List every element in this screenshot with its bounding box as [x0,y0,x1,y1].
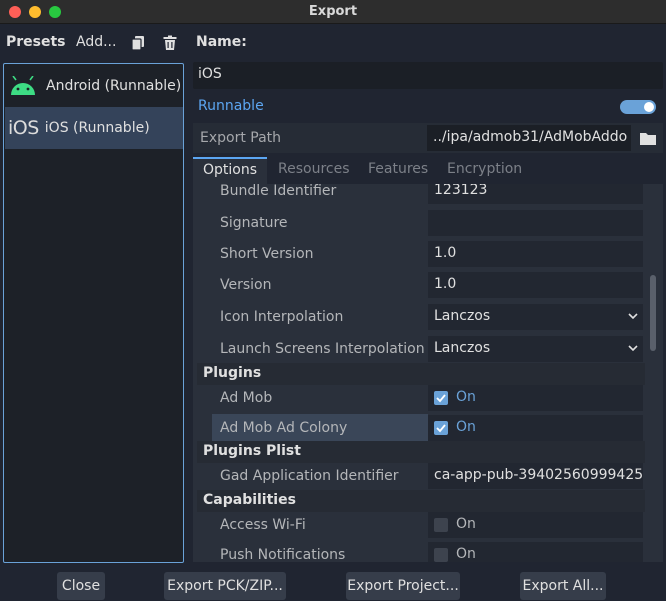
checkbox-checked-icon [434,421,448,435]
prop-label: Ad Mob Ad Colony [220,420,348,436]
ad-mob-ad-colony-checkbox[interactable]: On [428,415,643,441]
options-panel: Bundle Identifier 123123 Signature Short… [193,184,663,562]
checkbox-unchecked-icon [434,548,448,562]
select-value: Lanczos [434,308,491,324]
launch-screens-interpolation-select[interactable]: Lanczos [428,336,643,362]
runnable-label: Runnable [198,98,264,114]
add-preset-button[interactable]: Add... [76,34,116,50]
tab-bar: Options Resources Features Encryption [193,157,663,184]
icon-interpolation-select[interactable]: Lanczos [428,304,643,330]
checkbox-label: On [456,389,476,405]
close-button[interactable]: Close [57,572,105,600]
prop-label: Push Notifications [220,547,346,562]
export-path-label: Export Path [200,130,282,146]
prop-version: Version 1.0 [197,271,645,299]
checkbox-label: On [456,516,476,532]
access-wifi-checkbox[interactable]: On [428,512,643,538]
preset-item-ios[interactable]: iOS iOS (Runnable) [5,107,183,149]
name-label: Name: [196,34,247,50]
preset-item-android[interactable]: Android (Runnable) [5,65,183,107]
prop-ad-mob: Ad Mob On [197,384,645,412]
export-path-input[interactable]: ../ipa/admob31/AdMobAddo [427,125,631,151]
toggle-knob [644,102,654,112]
signature-input[interactable] [428,210,643,236]
prop-label: Short Version [220,246,314,262]
preset-label: Android (Runnable) [46,78,182,94]
section-plugins-plist[interactable]: Plugins Plist [197,441,645,463]
prop-bundle-identifier: Bundle Identifier 123123 [197,184,645,205]
options-inspector[interactable]: Bundle Identifier 123123 Signature Short… [197,184,645,562]
section-plugins[interactable]: Plugins [197,363,645,385]
folder-icon[interactable] [634,126,662,150]
prop-label: Signature [220,215,288,231]
checkbox-label: On [456,546,476,562]
prop-label: Ad Mob [220,390,273,406]
prop-label: Icon Interpolation [220,309,344,325]
name-input[interactable]: iOS [193,62,663,89]
section-capabilities[interactable]: Capabilities [197,490,645,512]
trash-icon[interactable] [162,35,178,51]
prop-signature: Signature [197,209,645,237]
duplicate-icon[interactable] [130,35,146,51]
export-pck-zip-button[interactable]: Export PCK/ZIP... [164,572,286,600]
title-bar: Export [0,0,666,24]
gad-application-identifier-input[interactable]: ca-app-pub-394025609994254 [428,463,643,489]
tab-encryption[interactable]: Encryption [437,157,532,184]
prop-label: Bundle Identifier [220,184,337,199]
export-path-row: Export Path ../ipa/admob31/AdMobAddo [193,123,663,153]
runnable-toggle[interactable] [620,100,656,114]
tab-features[interactable]: Features [358,157,438,184]
chevron-down-icon [627,310,639,326]
preset-list[interactable]: Android (Runnable) iOS iOS (Runnable) [3,63,184,563]
presets-header: Presets Add... [0,24,190,62]
checkbox-unchecked-icon [434,518,448,532]
preset-label: iOS (Runnable) [44,120,150,136]
section-label: Capabilities [203,492,296,508]
section-label: Plugins [203,365,262,381]
prop-icon-interpolation: Icon Interpolation Lanczos [197,303,645,331]
ad-mob-checkbox[interactable]: On [428,385,643,411]
tab-options[interactable]: Options [193,157,268,184]
select-value: Lanczos [434,340,491,356]
bundle-identifier-input[interactable]: 123123 [428,184,643,204]
prop-gad-application-identifier: Gad Application Identifier ca-app-pub-39… [197,462,645,490]
checkbox-label: On [456,419,476,435]
prop-push-notifications: Push Notifications On [197,541,645,562]
prop-short-version: Short Version 1.0 [197,240,645,268]
window-title: Export [308,4,358,19]
prop-launch-screens-interpolation: Launch Screens Interpolation Lanczos [197,335,645,363]
prop-access-wifi: Access Wi-Fi On [197,511,645,539]
chevron-down-icon [627,342,639,358]
prop-label: Launch Screens Interpolation [220,341,425,357]
presets-label: Presets [6,34,66,50]
ios-icon: iOS [8,117,39,139]
options-scrollbar[interactable] [650,188,656,558]
short-version-input[interactable]: 1.0 [428,241,643,267]
export-all-button[interactable]: Export All... [520,572,606,600]
android-icon [8,76,38,96]
version-input[interactable]: 1.0 [428,272,643,298]
prop-label: Version [220,277,272,293]
scrollbar-thumb[interactable] [650,275,656,351]
export-project-button[interactable]: Export Project... [346,572,460,600]
prop-label: Gad Application Identifier [220,468,399,484]
checkbox-checked-icon [434,391,448,405]
push-notifications-checkbox[interactable]: On [428,542,643,562]
tab-resources[interactable]: Resources [268,157,360,184]
section-label: Plugins Plist [203,443,301,459]
prop-ad-mob-ad-colony: Ad Mob Ad Colony On [197,414,645,442]
prop-label: Access Wi-Fi [220,517,306,533]
